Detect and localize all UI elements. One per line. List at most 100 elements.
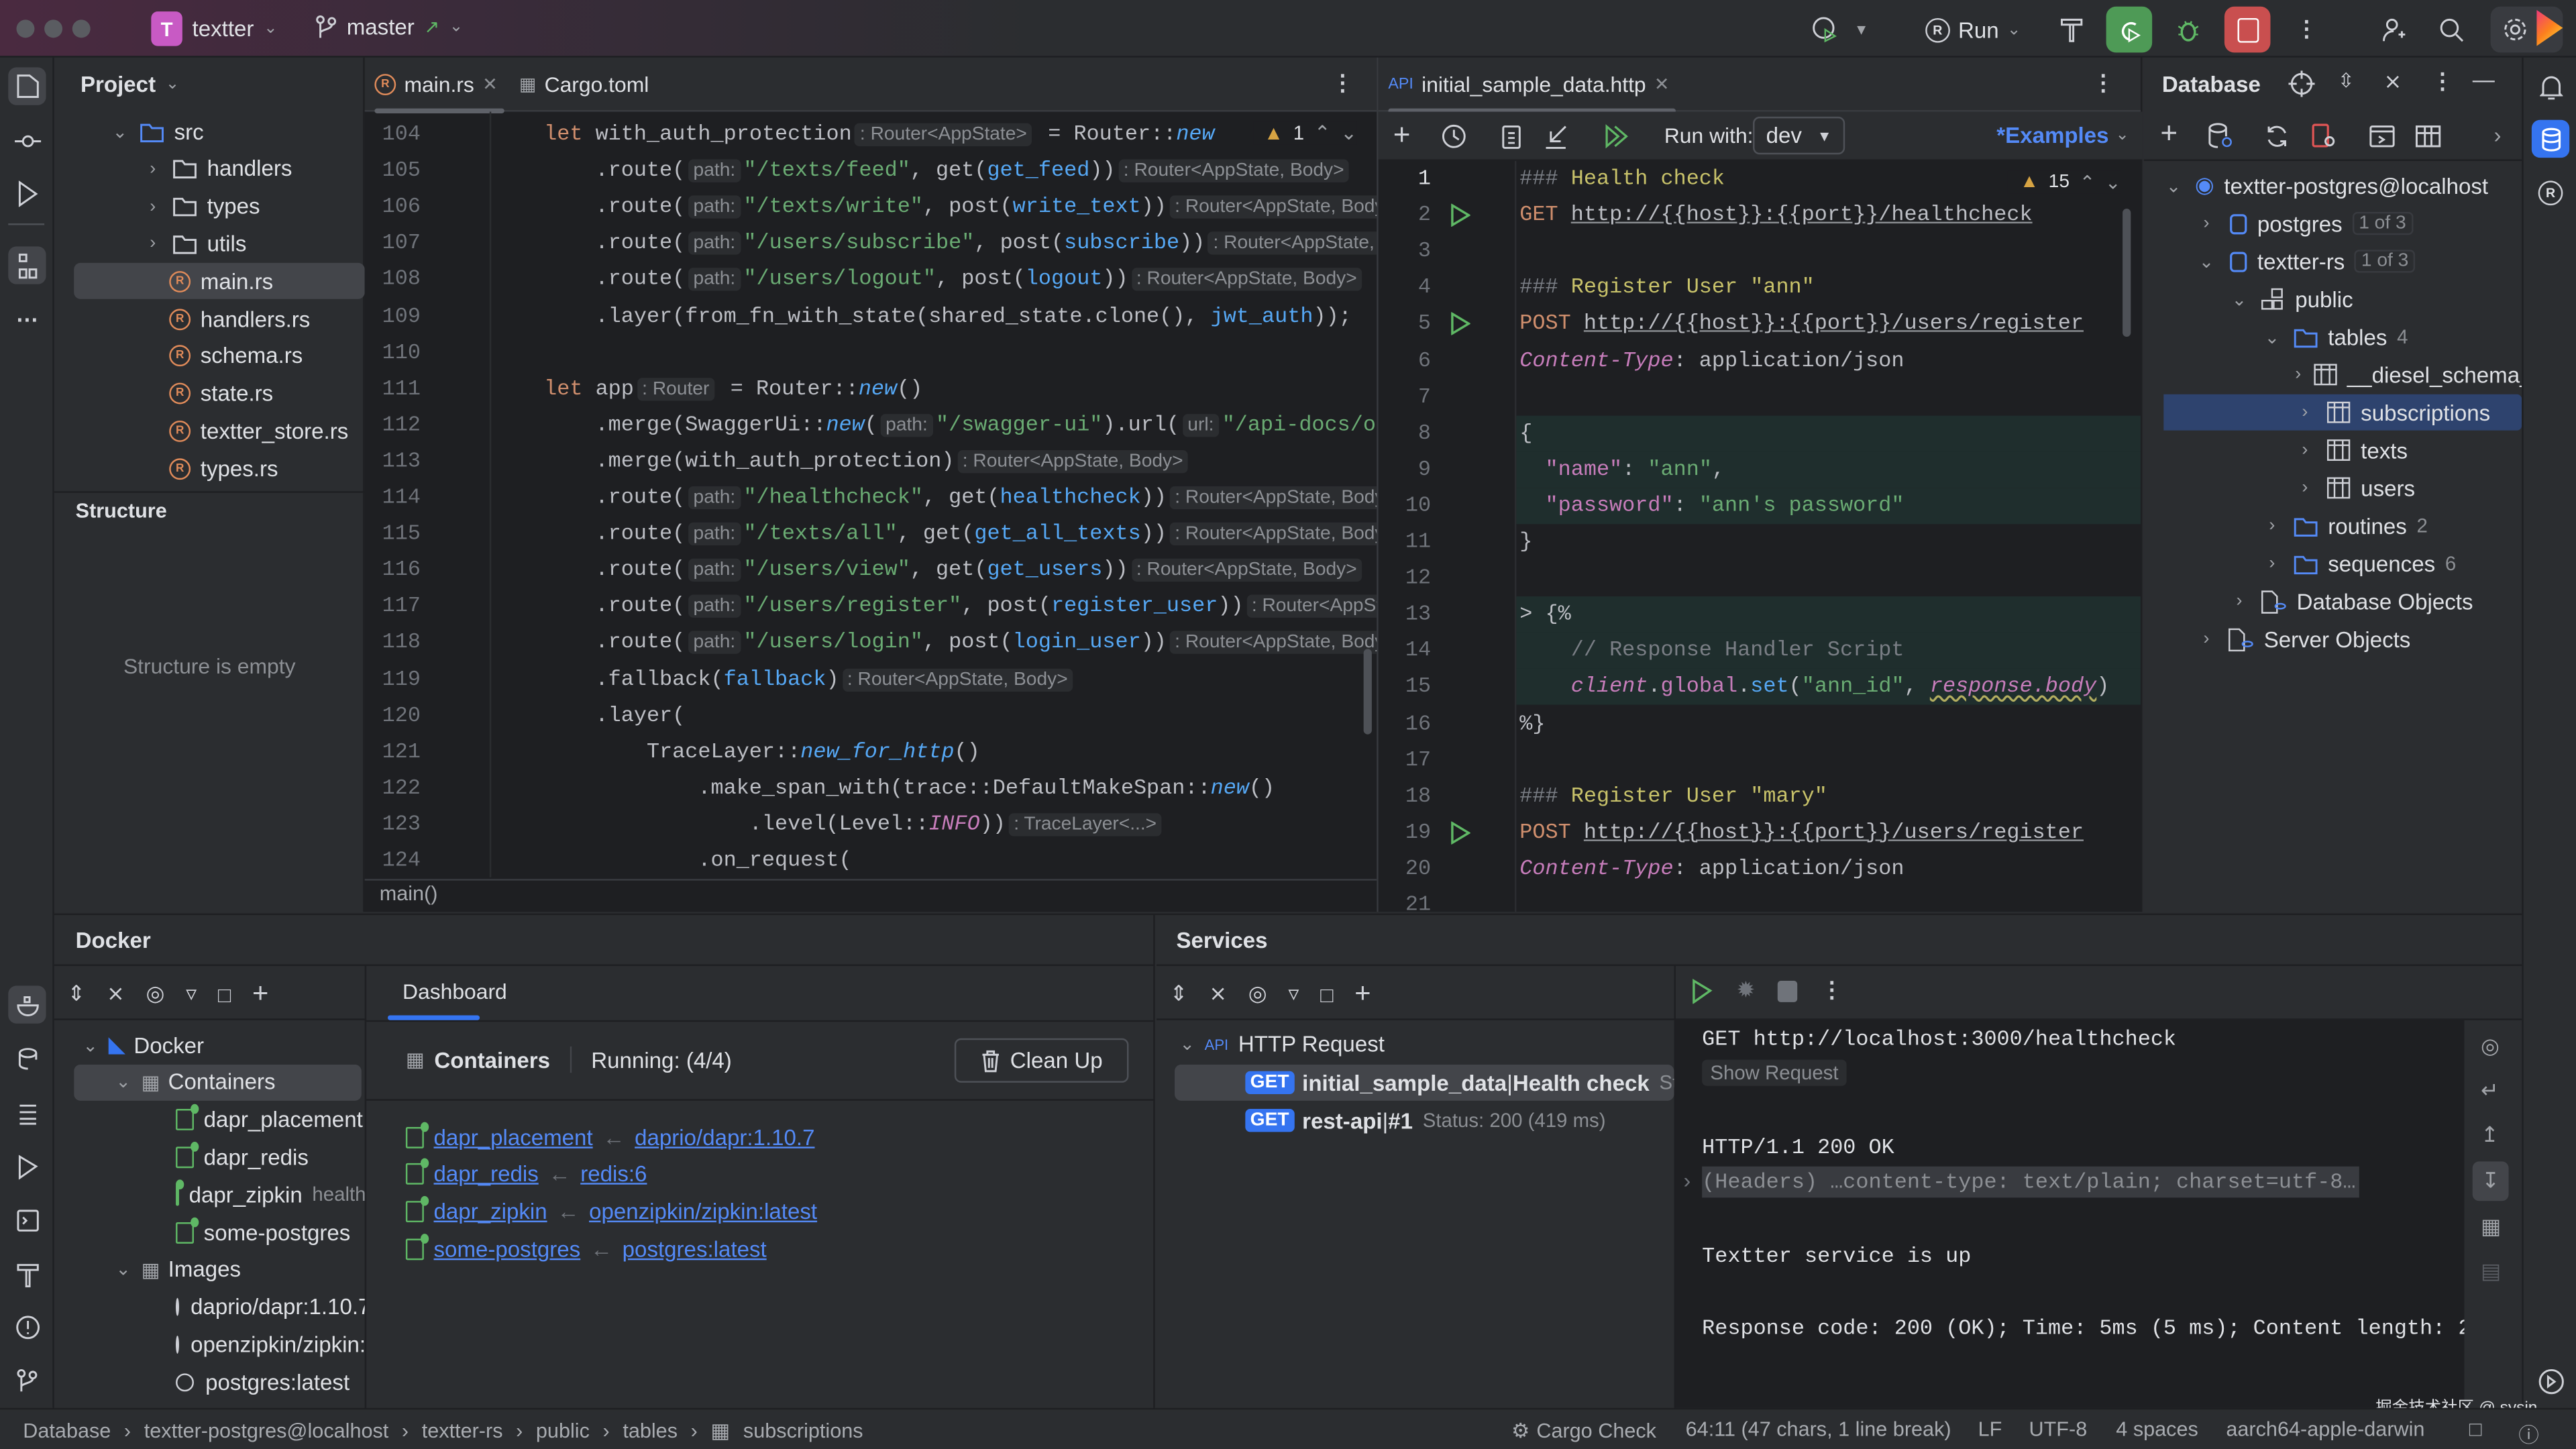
chevron-right-icon[interactable]: › bbox=[2229, 592, 2249, 611]
chevron-down-icon[interactable]: ⌄ bbox=[113, 1259, 133, 1280]
filter-icon[interactable]: ▿ bbox=[1288, 981, 1299, 1007]
breadcrumb-item[interactable]: public bbox=[536, 1419, 590, 1442]
table-view-icon[interactable] bbox=[2415, 123, 2441, 150]
docker-node-openzipkin-zipkin-latest[interactable]: openzipkin/zipkin:latest bbox=[74, 1326, 365, 1362]
show-options-eye-icon[interactable]: ◎ bbox=[146, 981, 165, 1007]
docker-tool-icon[interactable] bbox=[8, 985, 46, 1024]
line-separator[interactable]: LF bbox=[1978, 1417, 2002, 1440]
tab-initial-sample-data[interactable]: API initial_sample_data.http ✕ bbox=[1388, 58, 1676, 113]
new-group-icon[interactable]: □ bbox=[1320, 981, 1333, 1006]
git-tool-icon[interactable] bbox=[8, 1362, 46, 1399]
project-view-selector[interactable]: Project ⌄ bbox=[80, 72, 179, 97]
http-more-icon[interactable]: ⋮ bbox=[2092, 70, 2114, 97]
chevron-right-icon[interactable]: › bbox=[2196, 629, 2216, 649]
window-close-button[interactable] bbox=[16, 19, 35, 38]
db-node-postgres[interactable]: › postgres 1 of 3 bbox=[2163, 205, 2522, 241]
read-only-lock-icon[interactable]: □ bbox=[2469, 1417, 2482, 1440]
add-request-icon[interactable]: + bbox=[1393, 118, 1411, 152]
pull-requests-icon[interactable] bbox=[8, 174, 46, 212]
chevron-right-icon[interactable]: › bbox=[2262, 553, 2282, 573]
tab-main-rs[interactable]: R main.rs ✕ bbox=[374, 58, 504, 113]
tree-item-utils[interactable]: › utils bbox=[74, 225, 364, 262]
expand-all-icon[interactable]: ⇕ bbox=[67, 981, 85, 1007]
chevron-right-icon[interactable]: › bbox=[2196, 213, 2216, 233]
previous-highlight-icon[interactable]: ⌃ bbox=[2080, 171, 2096, 194]
environment-select[interactable]: dev ▼ bbox=[1753, 116, 1845, 155]
docker-node-dapr_redis[interactable]: dapr_redis bbox=[74, 1139, 364, 1175]
caret-position[interactable]: 64:11 (47 chars, 1 line break) bbox=[1686, 1417, 1951, 1440]
close-tab-icon[interactable]: ✕ bbox=[482, 74, 498, 95]
breadcrumb-item[interactable]: Database bbox=[23, 1419, 111, 1442]
chevron-down-icon[interactable]: ⌄ bbox=[80, 1034, 100, 1055]
code-breadcrumb[interactable]: main() bbox=[380, 882, 438, 905]
headers-fold[interactable]: (Headers) …content-type: text/plain; cha… bbox=[1702, 1166, 2359, 1198]
run-icon[interactable] bbox=[1690, 977, 1713, 1004]
run-with-coverage-icon[interactable] bbox=[1807, 7, 1843, 53]
cargo-check-widget[interactable]: ⚙ Cargo Check bbox=[1511, 1417, 1656, 1443]
request-item[interactable]: GET initial_sample_data | Health check Sta… bbox=[1175, 1064, 1674, 1101]
editor-scrollbar[interactable] bbox=[1363, 649, 1372, 735]
chevron-right-icon[interactable]: › bbox=[143, 234, 162, 254]
branch-selector[interactable]: master ↗ ⌄ bbox=[315, 15, 463, 40]
commit-tool-icon[interactable] bbox=[8, 121, 46, 159]
db-node-texts[interactable]: › texts bbox=[2163, 432, 2522, 468]
filter-icon[interactable]: ▿ bbox=[186, 981, 197, 1007]
chevron-right-icon[interactable]: › bbox=[2295, 440, 2314, 460]
close-tab-icon[interactable]: ✕ bbox=[1654, 74, 1670, 95]
http-request-group[interactable]: ⌄ API HTTP Request bbox=[1179, 1032, 1385, 1057]
tree-item-textter_store-rs[interactable]: Rtextter_store.rs bbox=[74, 413, 364, 449]
chevron-right-icon[interactable]: › bbox=[2295, 478, 2314, 498]
add-service-icon[interactable]: + bbox=[1354, 977, 1371, 1010]
stop-button[interactable] bbox=[2224, 6, 2271, 53]
response-output[interactable]: GET http://localhost:3000/healthcheck Sh… bbox=[1675, 1020, 2465, 1410]
tree-item-handlers[interactable]: › handlers bbox=[74, 151, 364, 187]
code-area[interactable]: 104 let with_auth_protection: Router<App… bbox=[365, 117, 1377, 879]
sql-console-icon[interactable] bbox=[2369, 123, 2395, 150]
image-link[interactable]: redis:6 bbox=[580, 1162, 647, 1187]
docker-node-Docker[interactable]: ⌄ ◣ Docker bbox=[74, 1027, 364, 1063]
window-zoom-button[interactable] bbox=[72, 19, 91, 38]
debug-bug-icon[interactable] bbox=[2169, 7, 2208, 53]
stop-icon[interactable] bbox=[1778, 979, 1798, 1002]
breadcrumb-item[interactable]: textter-rs bbox=[422, 1419, 503, 1442]
image-link[interactable]: daprio/dapr:1.10.7 bbox=[635, 1124, 814, 1149]
image-link[interactable]: openzipkin/zipkin:latest bbox=[589, 1199, 817, 1224]
http-scrollbar[interactable] bbox=[2123, 209, 2131, 337]
show-request-button[interactable]: Show Request bbox=[1702, 1059, 1847, 1086]
db-node-routines[interactable]: › routines 2 bbox=[2163, 508, 2522, 544]
tree-item-src[interactable]: ⌄ src bbox=[74, 113, 364, 150]
request-item[interactable]: GET rest-api | #1 Status: 200 (419 ms) bbox=[1157, 1102, 1674, 1138]
add-service-icon[interactable]: + bbox=[252, 977, 268, 1010]
problems-icon[interactable] bbox=[8, 1307, 46, 1345]
docker-node-dapr_placement[interactable]: dapr_placement bbox=[74, 1102, 364, 1138]
chevron-down-icon[interactable]: ⌄ bbox=[2229, 288, 2249, 309]
show-options-eye-icon[interactable]: ◎ bbox=[1248, 981, 1267, 1007]
chevron-right-icon[interactable]: › bbox=[2494, 123, 2502, 148]
db-node-sequences[interactable]: › sequences 6 bbox=[2163, 545, 2522, 582]
run-request-icon[interactable] bbox=[1450, 313, 1470, 336]
clean-up-button[interactable]: Clean Up bbox=[954, 1038, 1129, 1083]
locate-crosshair-icon[interactable] bbox=[2288, 70, 2315, 97]
container-name-link[interactable]: dapr_placement bbox=[434, 1124, 593, 1149]
db-node-tables[interactable]: ⌄ tables 4 bbox=[2163, 319, 2522, 355]
project-selector[interactable]: T textter ⌄ bbox=[151, 11, 278, 46]
run-request-icon[interactable] bbox=[1450, 820, 1470, 845]
convert-icon[interactable] bbox=[1500, 123, 1523, 150]
dropdown-triangle-icon[interactable]: ▼ bbox=[1850, 7, 1873, 53]
disconnect-icon[interactable] bbox=[2310, 121, 2336, 150]
expand-all-icon[interactable]: ⇕ bbox=[1170, 981, 1188, 1007]
more-icon[interactable]: ⋮ bbox=[1821, 977, 1843, 1004]
structure-tool-icon[interactable] bbox=[8, 246, 46, 284]
scroll-to-top-icon[interactable]: ↥ bbox=[2481, 1122, 2499, 1148]
collapse-all-icon[interactable]: ⨯ bbox=[2383, 69, 2402, 95]
copy-icon[interactable]: ▦ bbox=[2481, 1214, 2501, 1240]
build-hammer-icon[interactable] bbox=[2053, 7, 2090, 53]
chevron-right-icon[interactable]: › bbox=[143, 197, 162, 216]
chevron-down-icon[interactable]: ⌄ bbox=[2196, 250, 2216, 272]
tree-item-state-rs[interactable]: Rstate.rs bbox=[74, 376, 364, 412]
collapse-all-icon[interactable]: ⨯ bbox=[107, 981, 125, 1007]
expand-all-icon[interactable]: ⇳ bbox=[2338, 69, 2355, 92]
terminal-icon[interactable] bbox=[8, 1201, 46, 1238]
refresh-icon[interactable] bbox=[2264, 123, 2290, 150]
chevron-down-icon[interactable]: ⌄ bbox=[2163, 175, 2183, 196]
